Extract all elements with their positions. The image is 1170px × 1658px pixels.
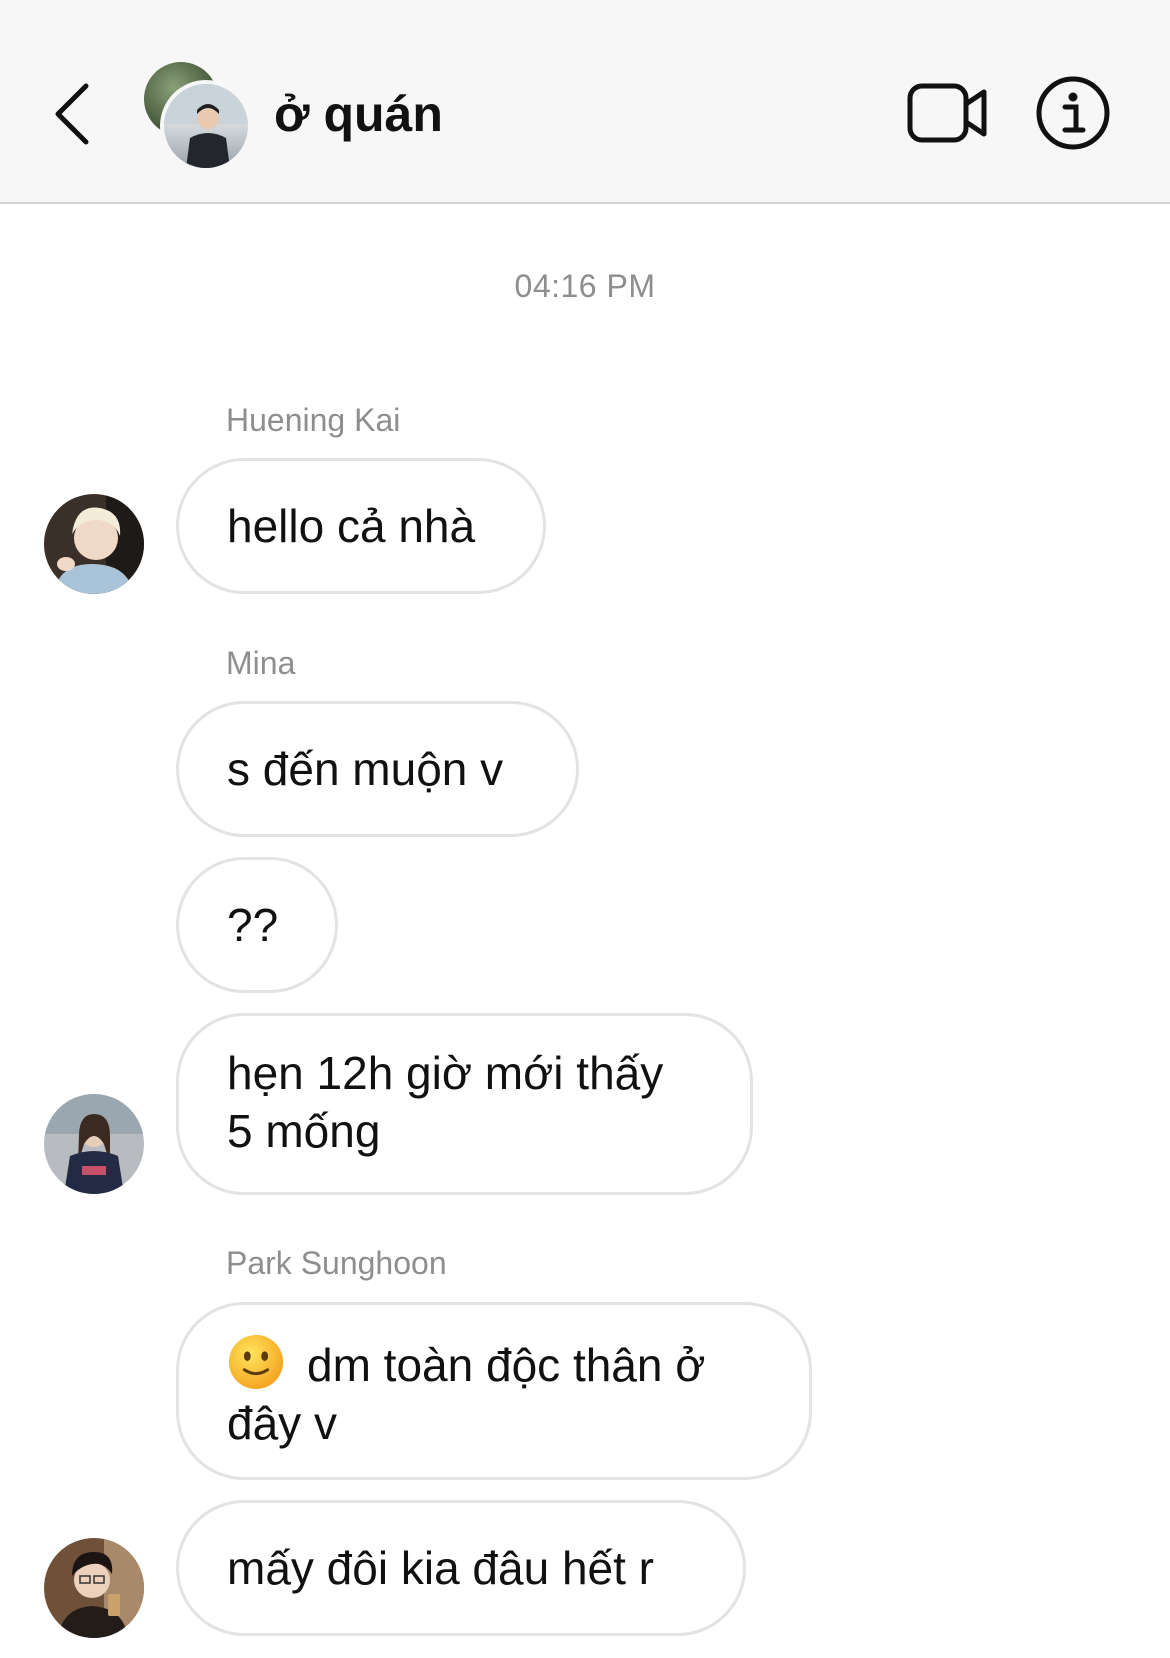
message-text: dm toàn độc thân ở đây v: [227, 1333, 705, 1452]
message-bubble[interactable]: hẹn 12h giờ mới thấy 5 mống: [176, 1013, 753, 1195]
info-button[interactable]: [1034, 74, 1112, 152]
video-call-button[interactable]: [906, 78, 990, 148]
message-text: mấy đôi kia đâu hết r: [227, 1542, 655, 1594]
member-avatar-front: [160, 80, 252, 172]
chat-header: ở quán: [0, 0, 1170, 204]
avatar[interactable]: [44, 1094, 144, 1194]
message-text: ??: [227, 899, 279, 951]
message-bubble[interactable]: mấy đôi kia đâu hết r: [176, 1500, 746, 1636]
sender-name: Huening Kai: [226, 402, 401, 438]
chat-title[interactable]: ở quán: [274, 82, 443, 146]
video-camera-icon: [907, 83, 987, 143]
message-bubble[interactable]: hello cả nhà: [176, 458, 546, 594]
message-text: s đến muộn v: [227, 743, 504, 795]
back-button[interactable]: [44, 76, 100, 152]
chevron-left-icon: [55, 83, 89, 145]
slightly-smiling-face-icon: [228, 1334, 284, 1390]
group-avatar[interactable]: [142, 62, 252, 172]
message-line: dm toàn độc thân ở: [307, 1339, 706, 1391]
sender-name: Mina: [226, 645, 296, 681]
info-icon: [1036, 76, 1110, 150]
chat-screen: ở quán 04:16 PM Huening Kai hello cả nhà: [0, 0, 1170, 1658]
message-text: hẹn 12h giờ mới thấy 5 mống: [227, 1044, 663, 1160]
message-bubble[interactable]: s đến muộn v: [176, 701, 579, 837]
message-timestamp: 04:16 PM: [514, 268, 656, 304]
message-line: 5 mống: [227, 1105, 381, 1157]
message-bubble[interactable]: ??: [176, 857, 338, 993]
message-line: hẹn 12h giờ mới thấy: [227, 1047, 664, 1099]
message-bubble[interactable]: dm toàn độc thân ở đây v: [176, 1302, 812, 1480]
avatar[interactable]: [44, 494, 144, 594]
sender-name: Park Sunghoon: [226, 1245, 447, 1281]
message-line: đây v: [227, 1397, 337, 1449]
message-text: hello cả nhà: [227, 500, 476, 552]
avatar[interactable]: [44, 1538, 144, 1638]
